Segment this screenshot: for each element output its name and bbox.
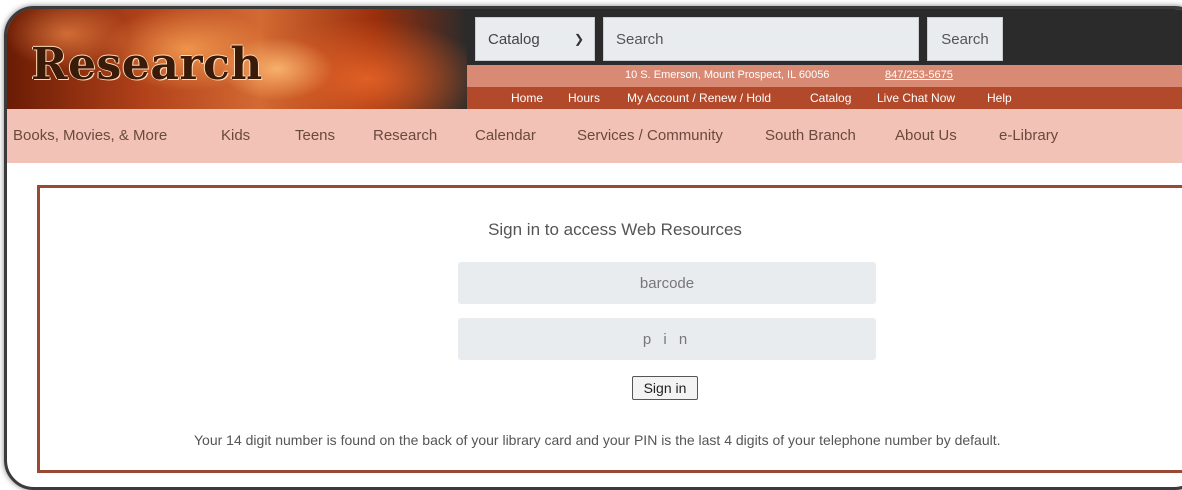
barcode-field[interactable]: barcode <box>458 262 876 304</box>
browser-frame: Research Catalog ❯ Search Search 10 S. E… <box>4 6 1182 490</box>
nav-teens[interactable]: Teens <box>295 127 335 144</box>
signin-panel: Sign in to access Web Resources barcode … <box>37 185 1182 473</box>
utility-nav: Home Hours My Account / Renew / Hold Cat… <box>467 87 1182 109</box>
logo-banner[interactable]: Research <box>7 9 467 109</box>
utility-nav-catalog[interactable]: Catalog <box>810 91 851 105</box>
nav-about-us[interactable]: About Us <box>895 127 957 144</box>
utility-nav-my-account[interactable]: My Account / Renew / Hold <box>627 91 771 105</box>
phone-link[interactable]: 847/253-5675 <box>885 69 953 81</box>
nav-calendar[interactable]: Calendar <box>475 127 536 144</box>
site-header: Research Catalog ❯ Search Search 10 S. E… <box>7 9 1182 109</box>
utility-nav-hours[interactable]: Hours <box>568 91 600 105</box>
search-placeholder: Search <box>616 30 664 48</box>
site-logo: Research <box>31 39 263 90</box>
nav-e-library[interactable]: e-Library <box>999 127 1058 144</box>
search-button[interactable]: Search <box>927 17 1003 61</box>
address-bar: 10 S. Emerson, Mount Prospect, IL 60056 … <box>467 65 1182 87</box>
nav-south-branch[interactable]: South Branch <box>765 127 856 144</box>
signin-help-text: Your 14 digit number is found on the bac… <box>194 432 1001 448</box>
pin-placeholder: p i n <box>642 330 692 348</box>
utility-nav-help[interactable]: Help <box>987 91 1012 105</box>
signin-title: Sign in to access Web Resources <box>488 220 742 239</box>
barcode-placeholder: barcode <box>639 274 695 292</box>
nav-books-movies[interactable]: Books, Movies, & More <box>13 127 167 144</box>
catalog-select[interactable]: Catalog ❯ <box>475 17 595 61</box>
pin-field[interactable]: p i n <box>458 318 876 360</box>
nav-kids[interactable]: Kids <box>221 127 250 144</box>
signin-button[interactable]: Sign in <box>632 376 698 400</box>
search-input[interactable]: Search <box>603 17 919 61</box>
nav-research[interactable]: Research <box>373 127 437 144</box>
nav-services-community[interactable]: Services / Community <box>577 127 723 144</box>
chevron-down-icon: ❯ <box>573 32 584 46</box>
utility-nav-live-chat[interactable]: Live Chat Now <box>877 91 955 105</box>
catalog-select-value: Catalog <box>488 30 540 48</box>
library-address: 10 S. Emerson, Mount Prospect, IL 60056 <box>625 69 830 81</box>
main-nav: Books, Movies, & More Kids Teens Researc… <box>7 109 1182 163</box>
utility-nav-home[interactable]: Home <box>511 91 543 105</box>
